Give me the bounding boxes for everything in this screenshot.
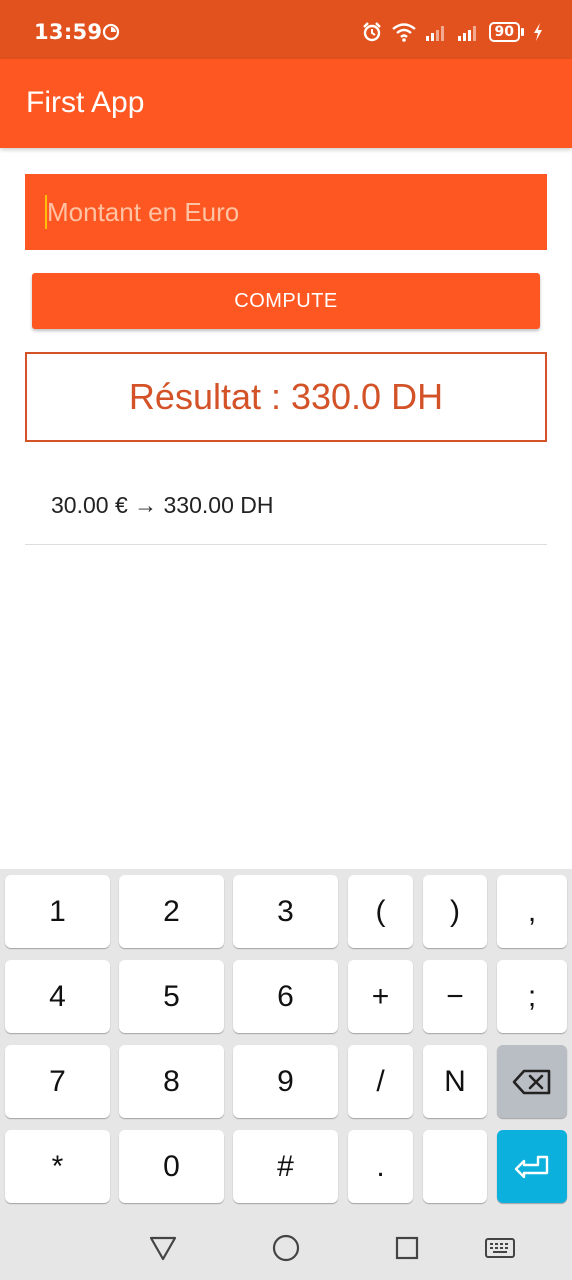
status-bar: 13:59 90 [0, 0, 572, 59]
charging-icon [534, 23, 542, 41]
key-6[interactable]: 6 [233, 960, 338, 1033]
compute-button[interactable]: COMPUTE [32, 273, 540, 329]
key-close-paren[interactable]: ) [423, 875, 487, 948]
wifi-icon [391, 23, 416, 42]
amount-input-placeholder: Montant en Euro [47, 196, 240, 227]
enter-key[interactable] [497, 1130, 567, 1203]
key-minus[interactable]: − [423, 960, 487, 1033]
battery-icon: 90 [488, 22, 524, 42]
recents-button[interactable] [392, 1233, 422, 1263]
home-button[interactable] [271, 1233, 301, 1263]
key-3[interactable]: 3 [233, 875, 338, 948]
status-icons: 90 [361, 20, 544, 44]
key-semicolon[interactable]: ; [497, 960, 567, 1033]
key-plus[interactable]: + [348, 960, 413, 1033]
app-title: First App [26, 86, 145, 119]
key-n[interactable]: N [423, 1045, 487, 1118]
key-space[interactable] [423, 1130, 487, 1203]
history-item-text: 30.00 € → 330.00 DH [51, 492, 274, 518]
signal-icon [457, 26, 476, 41]
key-1[interactable]: 1 [5, 875, 110, 948]
keyboard-icon [485, 1238, 515, 1258]
navigation-bar [0, 1211, 572, 1280]
numeric-keyboard: 1 2 3 ( ) , 4 5 6 + − ; 7 8 9 / N * 0 # … [0, 869, 572, 1211]
history-list-item[interactable]: 30.00 € → 330.00 DH [25, 470, 547, 545]
alarm-icon [362, 22, 381, 42]
key-asterisk[interactable]: * [5, 1130, 110, 1203]
recents-square-icon [395, 1236, 419, 1260]
battery-level: 90 [488, 22, 520, 42]
result-box: Résultat : 330.0 DH [25, 352, 547, 442]
key-4[interactable]: 4 [5, 960, 110, 1033]
enter-icon [514, 1155, 549, 1178]
key-open-paren[interactable]: ( [348, 875, 413, 948]
key-7[interactable]: 7 [5, 1045, 110, 1118]
amount-input[interactable]: Montant en Euro [25, 174, 547, 250]
key-2[interactable]: 2 [119, 875, 224, 948]
backspace-icon [512, 1069, 551, 1094]
status-time: 13:59 [34, 20, 103, 44]
key-9[interactable]: 9 [233, 1045, 338, 1118]
key-slash[interactable]: / [348, 1045, 413, 1118]
key-comma[interactable]: , [497, 875, 567, 948]
back-triangle-icon [149, 1236, 177, 1261]
result-text: Résultat : 330.0 DH [128, 376, 444, 417]
signal-icon [425, 26, 444, 41]
key-5[interactable]: 5 [119, 960, 224, 1033]
key-0[interactable]: 0 [119, 1130, 224, 1203]
home-circle-icon [272, 1234, 300, 1262]
keyboard-switch-button[interactable] [483, 1233, 517, 1263]
key-period[interactable]: . [348, 1130, 413, 1203]
back-button[interactable] [148, 1233, 178, 1263]
sync-icon [102, 23, 120, 41]
backspace-key[interactable] [497, 1045, 567, 1118]
key-8[interactable]: 8 [119, 1045, 224, 1118]
key-hash[interactable]: # [233, 1130, 338, 1203]
app-bar: First App [0, 59, 572, 148]
